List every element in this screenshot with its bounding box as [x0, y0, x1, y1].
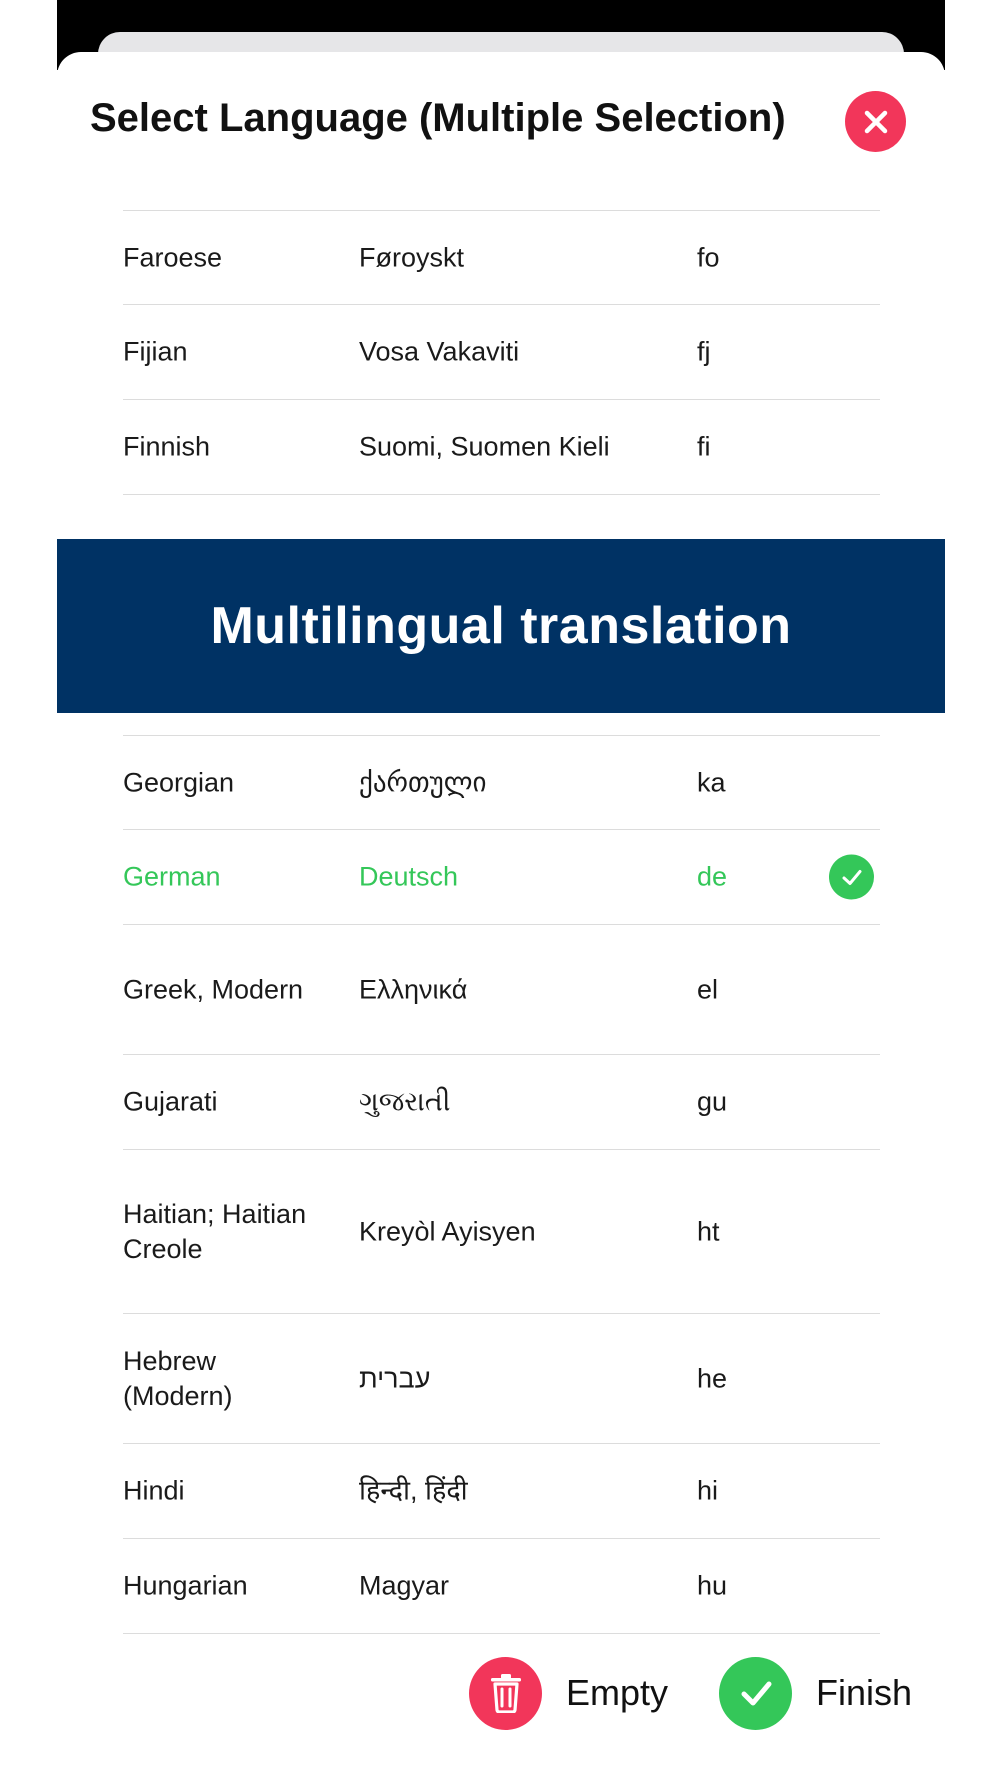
dialog-title: Select Language (Multiple Selection) — [90, 96, 786, 140]
language-list-bottom: Georgian ქართული ka German Deutsch de Greek, M… — [123, 735, 880, 1634]
language-row-de[interactable]: German Deutsch de — [123, 830, 880, 925]
language-code: el — [697, 974, 719, 1004]
language-code: gu — [697, 1086, 728, 1117]
language-name: Hindi — [123, 1475, 185, 1506]
selected-check-icon — [829, 854, 874, 900]
language-code: ka — [697, 767, 726, 797]
language-row-fj[interactable]: Fijian Vosa Vakaviti fj — [123, 305, 880, 400]
language-native-name: Kreyòl Ayisyen — [359, 1216, 536, 1246]
language-code: ht — [697, 1216, 720, 1246]
language-row-gu[interactable]: Gujarati ગુજરાતી gu — [123, 1055, 880, 1150]
language-row-ht[interactable]: Haitian; Haitian Creole Kreyòl Ayisyen ht — [123, 1150, 880, 1314]
language-code: he — [697, 1363, 728, 1393]
language-row-hi[interactable]: Hindi हिन्दी, हिंदी hi — [123, 1444, 880, 1539]
language-code: fi — [697, 431, 711, 462]
language-name: Hungarian — [123, 1570, 248, 1601]
language-name: Haitian; Haitian Creole — [123, 1198, 307, 1264]
language-row-el[interactable]: Greek, Modern Ελληνικά el — [123, 925, 880, 1055]
checkmark-icon — [719, 1656, 792, 1730]
language-name: Finnish — [123, 431, 211, 462]
finish-button[interactable]: Finish — [719, 1656, 912, 1730]
language-native-name: हिन्दी, हिंदी — [359, 1475, 468, 1506]
language-native-name: Deutsch — [359, 861, 459, 892]
language-name: German — [123, 861, 221, 892]
language-name: Greek, Modern — [123, 974, 304, 1004]
trash-icon — [469, 1656, 542, 1730]
language-native-name: Suomi, Suomen Kieli — [359, 431, 610, 462]
language-row-fo[interactable]: Faroese Føroyskt fo — [123, 210, 880, 305]
language-row-fi[interactable]: Finnish Suomi, Suomen Kieli fi — [123, 400, 880, 495]
language-code: de — [697, 861, 728, 892]
empty-button[interactable]: Empty — [469, 1656, 668, 1730]
language-code: fo — [697, 242, 720, 272]
language-native-name: עברית — [359, 1363, 431, 1393]
finish-label: Finish — [816, 1672, 913, 1713]
language-code: hu — [697, 1570, 728, 1601]
language-native-name: ગુજરાતી — [359, 1086, 451, 1117]
language-list-top: Faroese Føroyskt fo Fijian Vosa Vakaviti fj Fi… — [123, 210, 880, 495]
language-native-name: Føroyskt — [359, 242, 464, 272]
language-name: Gujarati — [123, 1086, 218, 1117]
language-name: Fijian — [123, 336, 188, 367]
banner-text: Multilingual translation — [210, 597, 792, 655]
empty-label: Empty — [566, 1672, 669, 1713]
close-button[interactable] — [845, 91, 906, 152]
language-native-name: Ελληνικά — [359, 974, 468, 1004]
language-code: fj — [697, 336, 711, 367]
language-name: Georgian — [123, 767, 235, 797]
language-row-hu[interactable]: Hungarian Magyar hu — [123, 1539, 880, 1634]
language-name: Hebrew (Modern) — [123, 1345, 233, 1411]
language-code: hi — [697, 1475, 719, 1506]
promo-banner: Multilingual translation — [57, 539, 945, 713]
language-row-ka[interactable]: Georgian ქართული ka — [123, 735, 880, 830]
language-native-name: Vosa Vakaviti — [359, 336, 520, 367]
language-row-he[interactable]: Hebrew (Modern) עברית he — [123, 1314, 880, 1444]
language-name: Faroese — [123, 242, 223, 272]
language-native-name: ქართული — [359, 767, 487, 797]
language-select-sheet: Select Language (Multiple Selection) Far… — [57, 52, 945, 1778]
language-native-name: Magyar — [359, 1570, 450, 1601]
close-x-icon — [864, 110, 887, 133]
